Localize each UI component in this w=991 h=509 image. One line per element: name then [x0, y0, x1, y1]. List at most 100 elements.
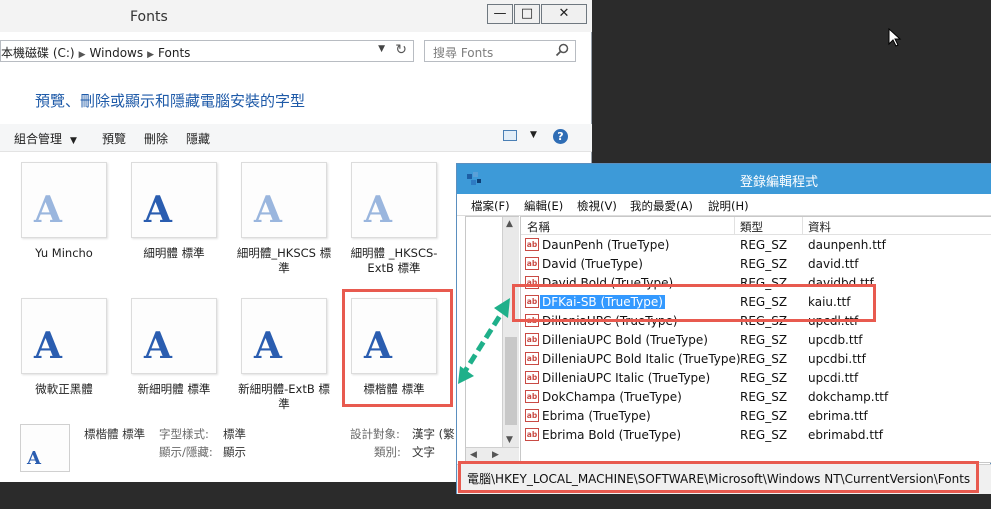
- menu-file[interactable]: 檔案(F): [471, 198, 510, 214]
- scroll-up-icon[interactable]: ▲: [506, 219, 513, 229]
- highlight-frame: [342, 289, 453, 407]
- search-input[interactable]: 搜尋 Fonts: [424, 40, 576, 62]
- font-file-icon: A: [20, 424, 70, 472]
- menu-bar: 檔案(F) 編輯(E) 檢視(V) 我的最愛(A) 說明(H): [457, 194, 991, 216]
- chevron-right-icon: ▶: [147, 50, 155, 60]
- registry-value-row[interactable]: ab DilleniaUPC Bold (TrueType) REG_SZ up…: [521, 331, 991, 350]
- registry-value-row[interactable]: ab DokChampa (TrueType) REG_SZ dokchamp.…: [521, 388, 991, 407]
- value-type: REG_SZ: [740, 238, 788, 252]
- font-tile[interactable]: A 細明體_HKSCS 標準: [234, 162, 334, 276]
- font-tile[interactable]: A 微軟正黑體: [14, 298, 114, 397]
- regedit-app-icon: [467, 172, 481, 185]
- registry-value-row[interactable]: ab Ebrima Bold (TrueType) REG_SZ ebrimab…: [521, 426, 991, 445]
- details-category-label: 類別:: [374, 445, 401, 459]
- font-tile[interactable]: A 細明體 _HKSCS-ExtB 標準: [344, 162, 444, 276]
- string-value-icon: ab: [525, 371, 539, 384]
- string-value-icon: ab: [525, 428, 539, 441]
- mouse-cursor-icon: [888, 28, 902, 47]
- value-type: REG_SZ: [740, 371, 788, 385]
- font-glyph: A: [144, 325, 172, 367]
- preview-button[interactable]: 預覽: [102, 130, 126, 147]
- menu-edit[interactable]: 編輯(E): [524, 198, 563, 214]
- view-options-icon[interactable]: [503, 130, 517, 141]
- font-file-icon: A: [241, 162, 327, 238]
- string-value-icon: ab: [525, 390, 539, 403]
- column-divider[interactable]: [802, 217, 803, 235]
- registry-value-row[interactable]: ab David (TrueType) REG_SZ david.ttf: [521, 255, 991, 274]
- window-title: Fonts: [130, 9, 168, 25]
- registry-value-row[interactable]: ab DaunPenh (TrueType) REG_SZ daunpenh.t…: [521, 236, 991, 255]
- registry-value-row[interactable]: ab DilleniaUPC Bold Italic (TrueType) RE…: [521, 350, 991, 369]
- column-type[interactable]: 類型: [740, 219, 763, 235]
- double-arrow-icon: [458, 298, 510, 384]
- value-name: DaunPenh (TrueType): [542, 238, 670, 252]
- breadcrumb-drive[interactable]: 本機磁碟 (C:): [1, 46, 75, 60]
- font-tile[interactable]: A Yu Mincho: [14, 162, 114, 261]
- font-glyph: A: [254, 325, 282, 367]
- details-visibility-label: 顯示/隱藏:: [159, 445, 213, 459]
- font-glyph: A: [364, 189, 392, 231]
- value-name: DilleniaUPC Bold Italic (TrueType): [542, 352, 741, 366]
- value-name: DokChampa (TrueType): [542, 390, 682, 404]
- font-tile-label: 細明體 _HKSCS-ExtB 標準: [350, 246, 438, 275]
- details-style-value: 標準: [223, 427, 246, 441]
- values-list-pane: 名稱 類型 資料 ab DaunPenh (TrueType) REG_SZ d…: [520, 216, 991, 463]
- column-divider[interactable]: [734, 217, 735, 235]
- maximize-button[interactable]: □: [514, 4, 540, 24]
- string-value-icon: ab: [525, 352, 539, 365]
- chevron-down-icon: ▼: [70, 136, 77, 146]
- value-data: upcdi.ttf: [808, 371, 859, 385]
- registry-path-statusbar: 電腦\HKEY_LOCAL_MACHINE\SOFTWARE\Microsoft…: [458, 461, 979, 493]
- font-tile[interactable]: A 新細明體 標準: [124, 298, 224, 397]
- breadcrumb: 本機磁碟 (C:) ▶ Windows ▶ Fonts: [1, 44, 190, 61]
- value-name: David (TrueType): [542, 257, 643, 271]
- details-font-name: 標楷體 標準: [84, 427, 146, 441]
- breadcrumb-windows[interactable]: Windows: [90, 46, 144, 60]
- font-glyph: A: [34, 189, 62, 231]
- value-type: REG_SZ: [740, 257, 788, 271]
- list-header: 名稱 類型 資料: [521, 217, 991, 235]
- scroll-down-icon[interactable]: ▼: [506, 435, 513, 445]
- details-visibility-value: 顯示: [223, 445, 246, 459]
- font-tile-label: 新細明體-ExtB 標準: [238, 382, 330, 411]
- value-type: REG_SZ: [740, 428, 788, 442]
- value-name: Ebrima (TrueType): [542, 409, 651, 423]
- help-icon[interactable]: ?: [553, 129, 568, 144]
- font-file-icon: A: [351, 162, 437, 238]
- string-value-icon: ab: [525, 257, 539, 270]
- chevron-down-icon[interactable]: ▼: [530, 130, 537, 140]
- value-type: REG_SZ: [740, 390, 788, 404]
- column-data[interactable]: 資料: [808, 219, 831, 235]
- hide-button[interactable]: 隱藏: [186, 130, 210, 147]
- search-icon[interactable]: [555, 43, 569, 57]
- value-data: ebrima.ttf: [808, 409, 868, 423]
- font-file-icon: A: [131, 162, 217, 238]
- delete-button[interactable]: 刪除: [144, 130, 168, 147]
- close-button[interactable]: ✕: [541, 4, 587, 24]
- refresh-icon[interactable]: ↻: [395, 42, 407, 58]
- font-tile[interactable]: A 新細明體-ExtB 標準: [234, 298, 334, 412]
- registry-value-row[interactable]: ab Ebrima (TrueType) REG_SZ ebrima.ttf: [521, 407, 991, 426]
- highlight-frame: [512, 284, 876, 322]
- registry-path: 電腦\HKEY_LOCAL_MACHINE\SOFTWARE\Microsoft…: [467, 472, 971, 486]
- menu-help[interactable]: 說明(H): [708, 198, 749, 214]
- font-glyph: A: [144, 189, 172, 231]
- breadcrumb-fonts[interactable]: Fonts: [158, 46, 190, 60]
- string-value-icon: ab: [525, 238, 539, 251]
- value-data: upcdbi.ttf: [808, 352, 866, 366]
- font-glyph: A: [34, 325, 62, 367]
- font-file-icon: A: [14, 162, 107, 249]
- value-data: upcdb.ttf: [808, 333, 863, 347]
- column-name[interactable]: 名稱: [527, 219, 550, 235]
- font-tile[interactable]: A 細明體 標準: [124, 162, 224, 261]
- page-heading: 預覽、刪除或顯示和隱藏電腦安裝的字型: [35, 92, 306, 110]
- minimize-button[interactable]: —: [487, 4, 513, 24]
- menu-view[interactable]: 檢視(V): [577, 198, 617, 214]
- organize-menu[interactable]: 組合管理 ▼: [14, 130, 77, 147]
- menu-favorites[interactable]: 我的最愛(A): [630, 198, 693, 214]
- value-data: david.ttf: [808, 257, 859, 271]
- chevron-down-icon[interactable]: ▼: [378, 44, 385, 54]
- address-bar[interactable]: 本機磁碟 (C:) ▶ Windows ▶ Fonts ▼ ↻: [0, 40, 414, 62]
- registry-value-row[interactable]: ab DilleniaUPC Italic (TrueType) REG_SZ …: [521, 369, 991, 388]
- font-tile-label: Yu Mincho: [35, 246, 93, 260]
